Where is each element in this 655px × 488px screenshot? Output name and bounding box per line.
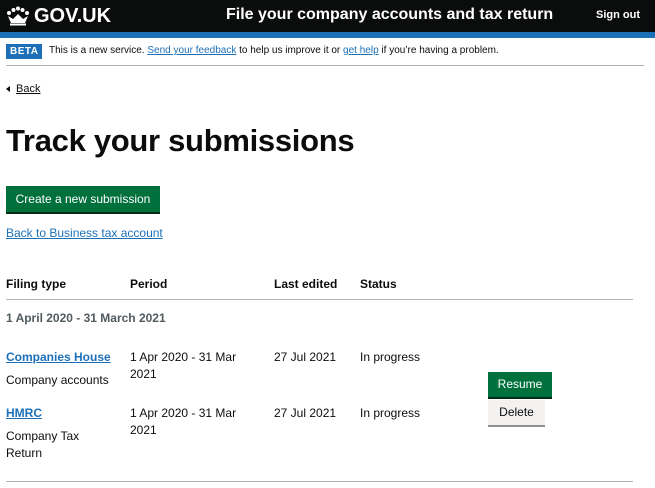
header-filing-type: Filing type xyxy=(6,277,66,291)
period-cell: 1 Apr 2020 - 31 Mar 2021 xyxy=(130,350,237,381)
status-cell: In progress xyxy=(360,406,421,420)
header-period: Period xyxy=(130,277,168,291)
sign-out-link[interactable]: Sign out xyxy=(596,9,640,21)
phase-banner: BETA This is a new service. Send your fe… xyxy=(6,43,644,66)
phase-banner-text: This is a new service. Send your feedbac… xyxy=(49,45,499,56)
last-edited-cell: 27 Jul 2021 xyxy=(274,406,337,420)
service-name[interactable]: File your company accounts and tax retur… xyxy=(226,6,553,24)
last-edited-cell: 27 Jul 2021 xyxy=(274,350,337,364)
create-new-submission-button[interactable]: Create a new submission xyxy=(6,186,160,212)
status-cell: In progress xyxy=(360,350,421,364)
filing-type-cell: Companies House Company accounts xyxy=(6,349,124,389)
beta-tag: BETA xyxy=(6,44,43,59)
resume-button[interactable]: Resume xyxy=(488,372,552,397)
phase-text-before: This is a new service. xyxy=(49,45,148,56)
hmrc-link[interactable]: HMRC xyxy=(6,406,42,420)
govuk-logo[interactable]: GOV.UK xyxy=(6,4,111,28)
phase-text-middle: to help us improve it or xyxy=(236,45,344,56)
page-title: Track your submissions xyxy=(6,123,355,158)
filing-description: Company Tax Return xyxy=(6,429,80,460)
back-arrow-icon xyxy=(6,86,10,92)
back-link[interactable]: Back xyxy=(6,83,40,95)
header-blue-bar xyxy=(0,32,655,38)
period-cell: 1 Apr 2020 - 31 Mar 2021 xyxy=(130,406,237,437)
header-status: Status xyxy=(360,277,397,291)
filing-description: Company accounts xyxy=(6,373,109,387)
table-bottom-divider xyxy=(6,481,633,482)
logo-text: GOV.UK xyxy=(34,4,112,27)
site-header: GOV.UK File your company accounts and ta… xyxy=(0,0,655,32)
period-group-caption: 1 April 2020 - 31 March 2021 xyxy=(6,311,166,325)
crown-icon xyxy=(6,6,30,26)
delete-button[interactable]: Delete xyxy=(488,400,545,425)
table-header-divider xyxy=(6,299,633,300)
filing-type-cell: HMRC Company Tax Return xyxy=(6,405,96,462)
back-link-label: Back xyxy=(16,83,41,95)
header-last-edited: Last edited xyxy=(274,277,338,291)
get-help-link[interactable]: get help xyxy=(343,45,379,56)
companies-house-link[interactable]: Companies House xyxy=(6,350,111,364)
phase-text-after: if you’re having a problem. xyxy=(378,45,499,56)
feedback-link[interactable]: Send your feedback xyxy=(147,45,236,56)
business-tax-account-link[interactable]: Back to Business tax account xyxy=(6,226,163,240)
